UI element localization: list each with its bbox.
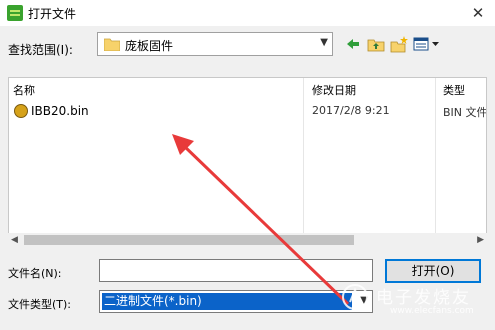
watermark-logo-icon bbox=[342, 284, 368, 310]
watermark-url: www.elecfans.com bbox=[390, 306, 474, 316]
watermark: 电子发烧友 www.elecfans.com bbox=[338, 280, 488, 324]
watermark-text: 电子发烧友 bbox=[376, 288, 471, 308]
